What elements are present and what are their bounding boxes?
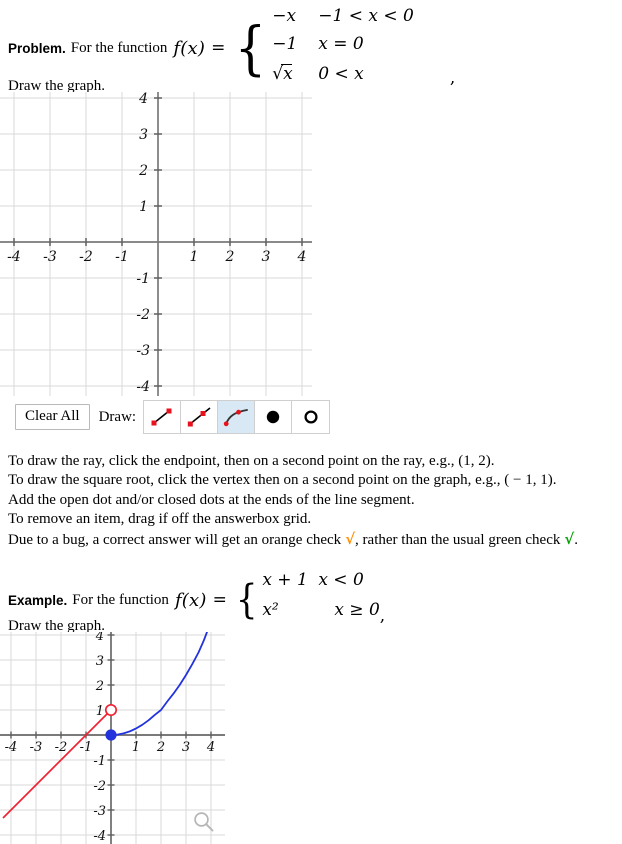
clear-all-button[interactable]: Clear All xyxy=(15,403,90,431)
tool-group xyxy=(143,400,331,434)
example-lead-text: For the function xyxy=(72,591,169,608)
piecewise-row: −x −1 < x < 0 xyxy=(272,6,414,34)
y-tick-label: -2 xyxy=(93,779,106,794)
piecewise-cond: x ≥ 0 xyxy=(334,600,380,620)
y-tick-label: 4 xyxy=(95,632,104,644)
y-tick-label: 3 xyxy=(96,654,104,669)
problem-lead-text: For the function xyxy=(70,39,168,56)
piecewise-expr: −1 xyxy=(272,34,298,54)
x-tick-label: -3 xyxy=(30,740,43,755)
problem-piecewise: { −x −1 < x < 0 −1 x = 0 √x 0 < x xyxy=(232,6,414,90)
closed-dot-icon xyxy=(266,410,280,424)
y-tick-label: 1 xyxy=(139,199,148,215)
answer-grid-canvas[interactable]: -4 -3 -2 -1 1 2 3 4 4 3 2 1 -1 -2 -3 -4 xyxy=(0,92,312,396)
instruction-line-2: To draw the square root, click the verte… xyxy=(8,472,557,489)
y-tick-label: 1 xyxy=(96,704,104,719)
x-tick-label: 2 xyxy=(156,740,165,755)
x-tick-label: 1 xyxy=(190,249,199,265)
piecewise-expr: √x xyxy=(272,64,293,84)
y-tick-label: -3 xyxy=(93,804,106,819)
instruction-line-5: Due to a bug, a correct answer will get … xyxy=(8,530,578,549)
problem-trailing-comma: , xyxy=(449,68,456,88)
ray-tool[interactable] xyxy=(181,401,219,433)
drawing-toolbar: Clear All Draw: xyxy=(15,400,331,434)
piecewise-row: −1 x = 0 xyxy=(272,34,414,62)
piecewise-expr: −x xyxy=(272,6,297,26)
example-equals: = xyxy=(212,590,227,610)
piecewise-row: x + 1 x < 0 xyxy=(262,570,379,600)
line-segment-icon xyxy=(151,408,172,426)
x-tick-label: 1 xyxy=(132,740,140,755)
x-tick-label: 3 xyxy=(262,249,271,265)
open-dot-marker xyxy=(104,703,118,717)
x-tick-label: -3 xyxy=(43,249,57,265)
x-tick-label: -2 xyxy=(79,249,93,265)
piecewise-brace: { xyxy=(235,577,258,623)
segment-tool[interactable] xyxy=(144,401,182,433)
piecewise-expr: x² xyxy=(262,600,279,620)
x-tick-label: -1 xyxy=(80,740,93,755)
instruction-line-5-text-a: Due to a bug, a correct answer will get … xyxy=(8,531,342,548)
x-tick-label: 2 xyxy=(225,249,235,265)
y-tick-label: 2 xyxy=(138,163,148,179)
worksheet-page: Problem. For the function f(x) = { −x −1… xyxy=(0,0,622,844)
square-root-tool[interactable] xyxy=(218,401,256,433)
piecewise-brace: { xyxy=(235,14,267,82)
magnifier-icon[interactable] xyxy=(192,810,216,839)
x-tick-label: -4 xyxy=(5,740,18,755)
problem-fx: f(x) xyxy=(173,37,206,59)
y-tick-label: -1 xyxy=(136,271,150,287)
x-tick-label: -2 xyxy=(55,740,68,755)
problem-equals: = xyxy=(211,38,226,58)
instruction-line-1: To draw the ray, click the endpoint, the… xyxy=(8,453,495,469)
draw-label: Draw: xyxy=(98,408,137,425)
y-tick-label: -4 xyxy=(93,829,106,844)
x-tick-label: 4 xyxy=(206,740,215,755)
instructions-block: To draw the ray, click the endpoint, the… xyxy=(8,452,578,549)
magnifier-glyph xyxy=(194,812,214,832)
problem-label: Problem. xyxy=(8,40,66,56)
example-fx: f(x) xyxy=(174,589,207,611)
square-root-curve-icon xyxy=(223,409,249,427)
piecewise-cond: x = 0 xyxy=(318,34,364,54)
piecewise-row: √x 0 < x xyxy=(272,62,414,90)
y-tick-label: 4 xyxy=(138,92,148,107)
ray-icon xyxy=(187,407,211,427)
example-label: Example. xyxy=(8,592,68,608)
example-trailing-comma: , xyxy=(379,606,386,626)
piecewise-expr: x + 1 xyxy=(262,570,308,590)
open-dot-icon xyxy=(304,410,318,424)
piecewise-row: x² x ≥ 0 xyxy=(262,600,379,630)
y-tick-label: -4 xyxy=(136,379,150,395)
instruction-line-5-text-c: . xyxy=(574,531,578,548)
piecewise-cond: −1 < x < 0 xyxy=(318,6,414,26)
example-piecewise: { x + 1 x < 0 x² x ≥ 0 xyxy=(234,570,380,630)
y-tick-label: -2 xyxy=(136,307,150,323)
x-tick-label: 4 xyxy=(297,249,307,265)
instruction-line-4: To remove an item, drag if off the answe… xyxy=(8,511,312,528)
piecewise-cond: x < 0 xyxy=(318,570,364,590)
y-tick-label: -1 xyxy=(93,754,106,769)
orange-check-icon: √ xyxy=(345,529,356,548)
closed-dot-tool[interactable] xyxy=(255,401,293,433)
y-tick-label: -3 xyxy=(136,343,150,359)
answer-grid[interactable]: -4 -3 -2 -1 1 2 3 4 4 3 2 1 -1 -2 -3 -4 xyxy=(0,92,312,396)
instruction-line-3: Add the open dot and/or closed dots at t… xyxy=(8,491,415,508)
y-tick-label: 3 xyxy=(139,127,148,143)
x-tick-label: -4 xyxy=(7,249,21,265)
x-tick-label: -1 xyxy=(115,249,129,265)
piecewise-cond: 0 < x xyxy=(318,64,364,84)
y-tick-label: 2 xyxy=(95,679,104,694)
x-tick-label: 3 xyxy=(182,740,190,755)
instruction-line-5-text-b: , rather than the usual green check xyxy=(355,531,561,548)
open-dot-tool[interactable] xyxy=(292,401,330,433)
green-check-icon: √ xyxy=(564,529,575,548)
closed-dot-marker xyxy=(105,729,117,741)
